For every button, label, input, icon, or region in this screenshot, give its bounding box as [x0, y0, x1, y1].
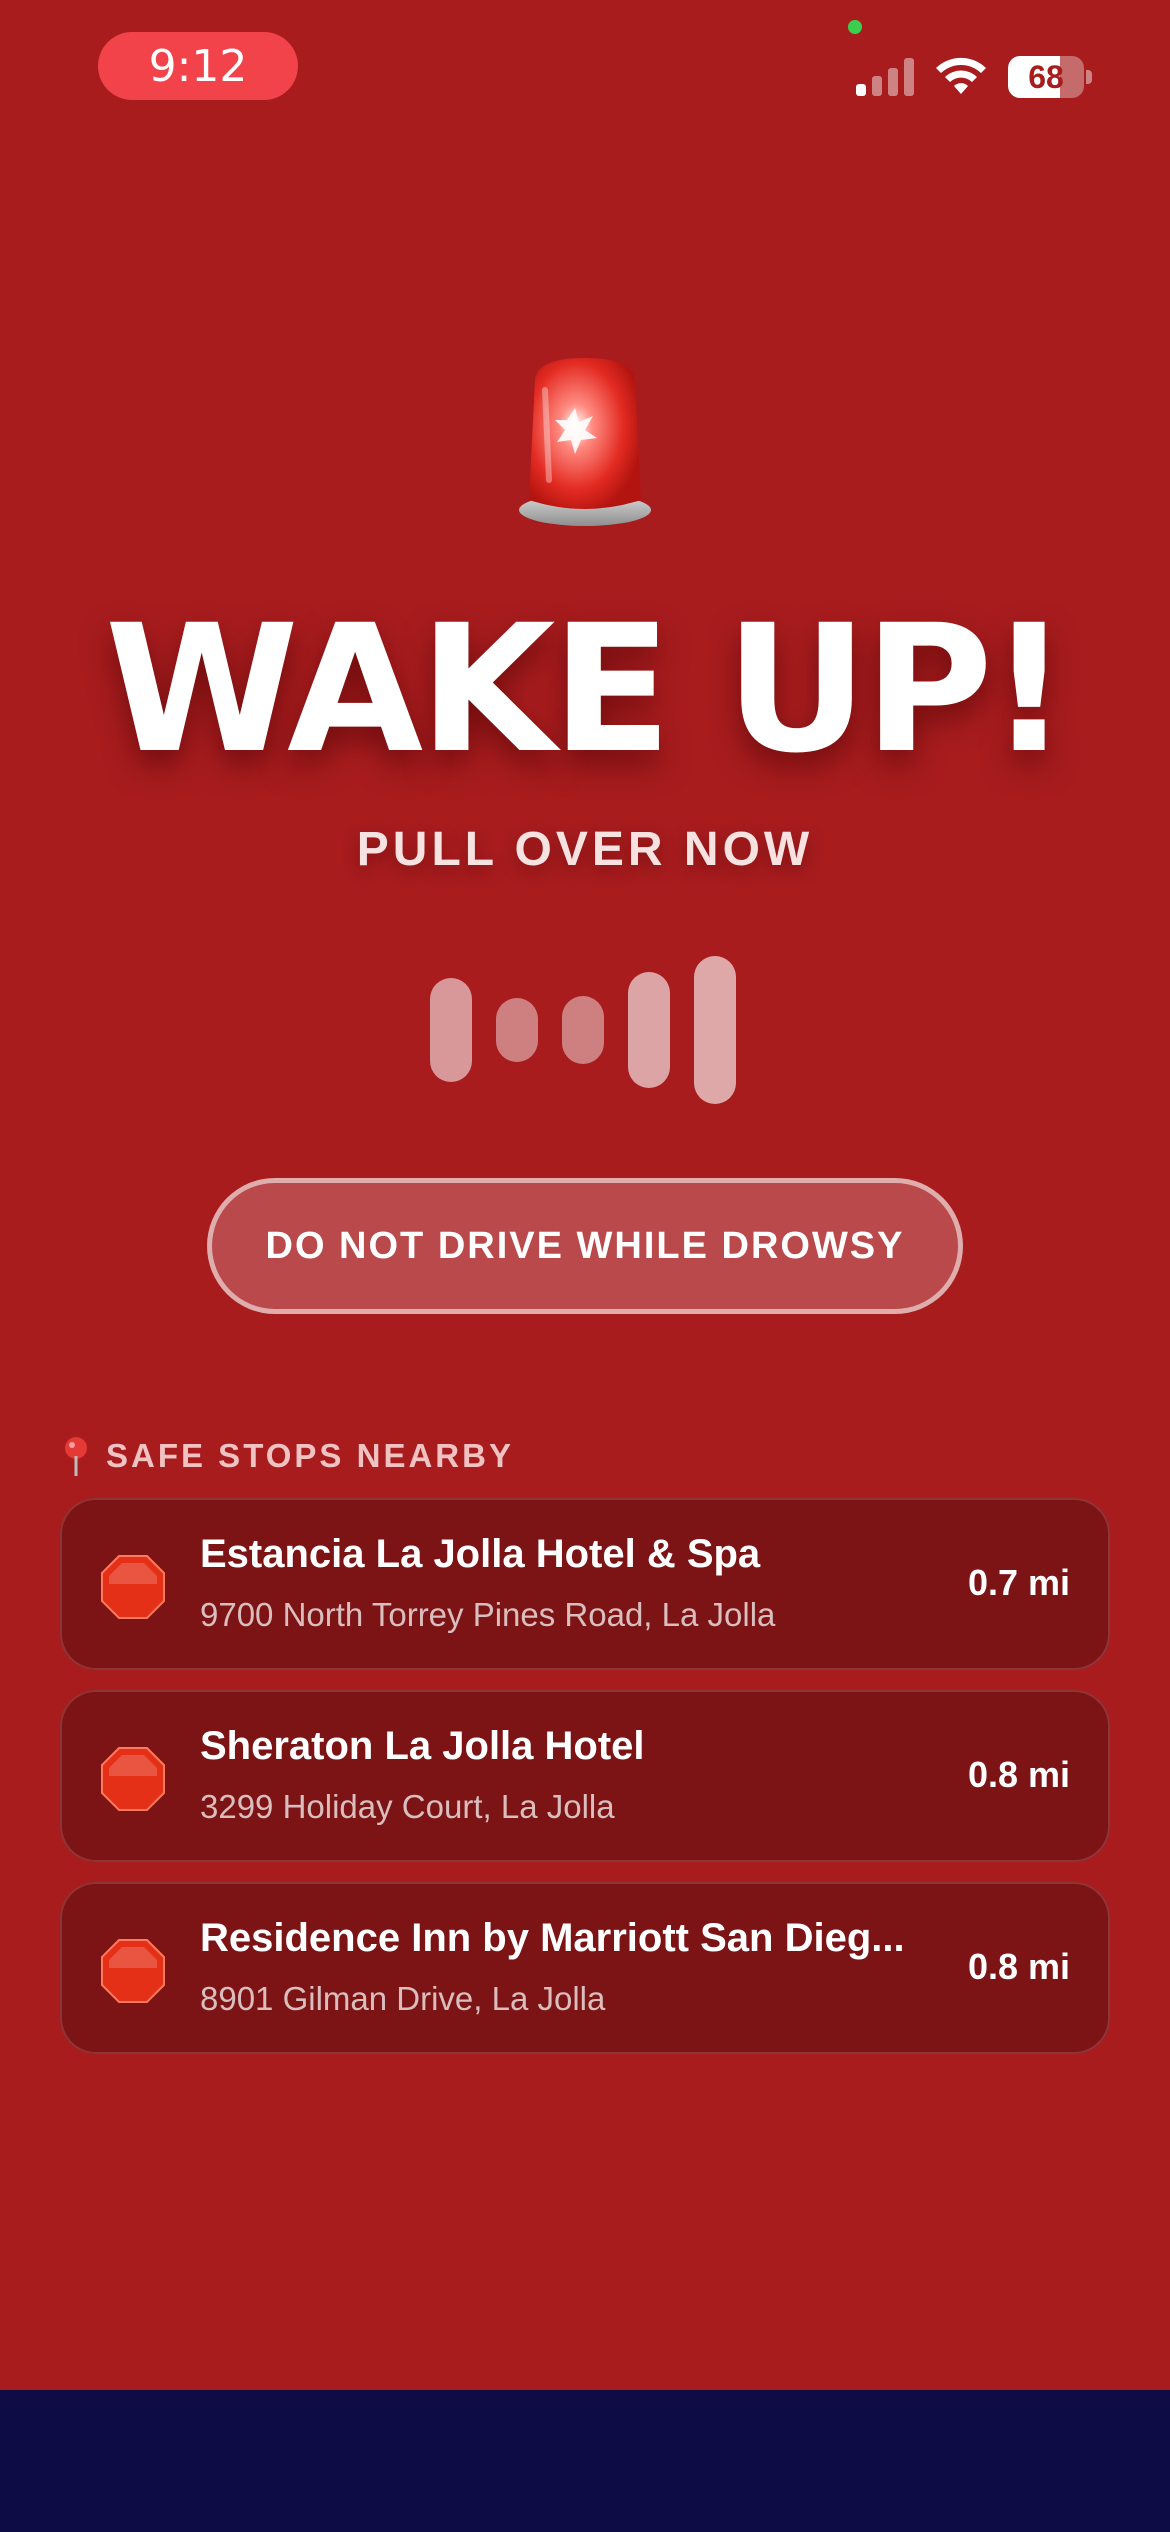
status-bar: 9:12 68 — [0, 0, 1170, 140]
alarm-sound-wave-indicator — [430, 950, 740, 1110]
stop-address: 9700 North Torrey Pines Road, La Jolla — [200, 1596, 776, 1633]
stop-name: Residence Inn by Marriott San Dieg... — [200, 1916, 905, 1960]
stop-distance: 0.8 mi — [967, 1754, 1070, 1795]
stop-sign-icon — [101, 1555, 165, 1619]
stop-name: Estancia La Jolla Hotel & Spa — [200, 1532, 761, 1576]
cellular-signal-icon — [856, 56, 916, 96]
wifi-icon — [936, 57, 986, 94]
safe-stops-header: SAFE STOPS NEARBY — [62, 1432, 514, 1480]
stop-sign-icon — [101, 1747, 165, 1811]
stop-address: 8901 Gilman Drive, La Jolla — [200, 1980, 606, 2017]
stop-distance: 0.8 mi — [967, 1946, 1070, 1987]
wake-up-headline: WAKE UP! — [104, 587, 1070, 792]
stop-card[interactable]: Residence Inn by Marriott San Dieg... 89… — [60, 1882, 1110, 2054]
pin-icon — [65, 1437, 87, 1476]
siren-icon — [519, 358, 651, 526]
status-time[interactable]: 9:12 — [98, 32, 298, 100]
safe-stops-title: SAFE STOPS NEARBY — [106, 1437, 514, 1474]
battery-icon: 68 — [1008, 56, 1092, 98]
stop-card[interactable]: Estancia La Jolla Hotel & Spa 9700 North… — [60, 1498, 1110, 1670]
stop-address: 3299 Holiday Court, La Jolla — [200, 1788, 615, 1825]
stop-distance: 0.7 mi — [967, 1562, 1070, 1603]
stop-sign-icon — [101, 1939, 165, 2003]
stop-name: Sheraton La Jolla Hotel — [200, 1724, 645, 1768]
drowsy-warning-button[interactable]: DO NOT DRIVE WHILE DROWSY — [207, 1178, 963, 1314]
bottom-bar — [0, 2390, 1170, 2532]
pull-over-subhead: PULL OVER NOW — [356, 823, 814, 876]
stop-card[interactable]: Sheraton La Jolla Hotel 3299 Holiday Cou… — [60, 1690, 1110, 1862]
battery-level: 68 — [1028, 58, 1064, 95]
privacy-indicator-dot — [848, 20, 862, 34]
